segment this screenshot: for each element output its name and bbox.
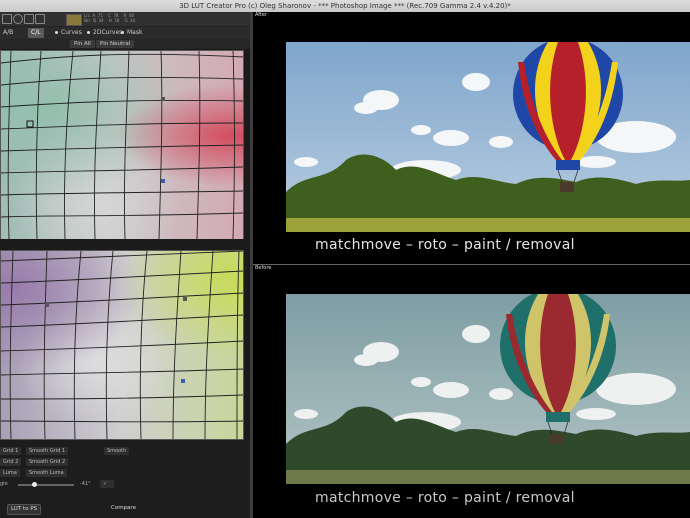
tab-curves-label: Curves	[61, 29, 82, 36]
grid-control-point	[161, 179, 165, 183]
hand-icon[interactable]	[2, 14, 12, 24]
grid-control-point	[161, 97, 165, 101]
tab-cl-label: C/L	[31, 29, 41, 36]
radio-dot-icon	[55, 31, 58, 34]
toolbar: Lrc A 71 C 78 R 48 Nrc B 44 H 78 G 44	[0, 12, 250, 27]
after-label: After	[255, 12, 268, 18]
angle-slider-knob[interactable]	[32, 482, 37, 487]
radio-dot-icon	[87, 31, 90, 34]
grid-mesh-top	[1, 51, 243, 239]
grid-lines-top	[1, 51, 243, 239]
pin-neutral-button[interactable]: Pin Neutral	[96, 40, 135, 48]
after-viewer[interactable]: After matchmove – roto – paint / removal	[253, 12, 690, 264]
grid2-button[interactable]: Grid 2	[0, 458, 22, 466]
grid-toggle-icon[interactable]	[24, 14, 34, 24]
tab-ab-label: A/B	[3, 29, 14, 36]
balloon-photo-after	[286, 42, 690, 232]
eyedropper-icon[interactable]: ✓	[100, 480, 114, 488]
grid-control-point	[183, 297, 187, 301]
grid-separator	[0, 239, 250, 249]
before-caption: matchmove – roto – paint / removal	[315, 490, 575, 506]
grid-lines-bottom	[1, 251, 243, 439]
tab-mask[interactable]: Mask	[118, 28, 145, 38]
grid-mesh-bottom	[1, 251, 243, 439]
smooth-button[interactable]: Smooth	[104, 447, 130, 455]
smooth-luma-button[interactable]: Smooth Luma	[26, 469, 67, 477]
zoom-icon[interactable]	[13, 14, 23, 24]
radio-dot-icon	[121, 31, 124, 34]
lut-to-ps-button[interactable]: LUT to PS	[7, 504, 42, 515]
angle-slider[interactable]	[18, 482, 74, 487]
grid1-button[interactable]: Grid 1	[0, 447, 22, 455]
grid-control-point-selected	[26, 120, 34, 128]
before-image	[286, 294, 690, 484]
grid-control-point	[45, 303, 49, 307]
smooth-grid1-button[interactable]: Smooth Grid 1	[26, 447, 69, 455]
mode-tabs: A/B C/L Curves 2DCurves Mask	[0, 27, 250, 39]
tab-curves[interactable]: Curves	[52, 28, 85, 38]
after-caption: matchmove – roto – paint / removal	[315, 237, 575, 253]
pin-bar: Pin All Pin Neutral	[0, 39, 250, 49]
color-grid-hue-saturation[interactable]	[0, 50, 244, 240]
tab-ab[interactable]: A/B	[0, 28, 16, 38]
grid-control-point	[181, 379, 185, 383]
smooth-grid2-button[interactable]: Smooth Grid 2	[26, 458, 69, 466]
angle-label: gle	[0, 481, 8, 487]
balloon-photo-before	[286, 294, 690, 484]
fit-view-icon[interactable]	[35, 14, 45, 24]
luma-button[interactable]: Luma	[0, 469, 20, 477]
after-image	[286, 42, 690, 232]
picked-color-swatch	[66, 14, 82, 26]
tab-cl[interactable]: C/L	[28, 28, 44, 38]
before-viewer[interactable]: Before matchmove – roto – paint / remova…	[253, 265, 690, 518]
tab-mask-label: Mask	[127, 29, 143, 36]
compare-button[interactable]: Compare	[108, 504, 139, 513]
color-grid-luma[interactable]	[0, 250, 244, 440]
angle-value: -41°	[80, 481, 91, 487]
before-label: Before	[255, 265, 272, 271]
color-readout: Lrc A 71 C 78 R 48 Nrc B 44 H 78 G 44	[84, 13, 136, 23]
grid-controls-panel: Grid 1 Grid 2 Luma Smooth Grid 1 Smooth …	[0, 440, 250, 518]
pin-all-button[interactable]: Pin All	[70, 40, 95, 48]
